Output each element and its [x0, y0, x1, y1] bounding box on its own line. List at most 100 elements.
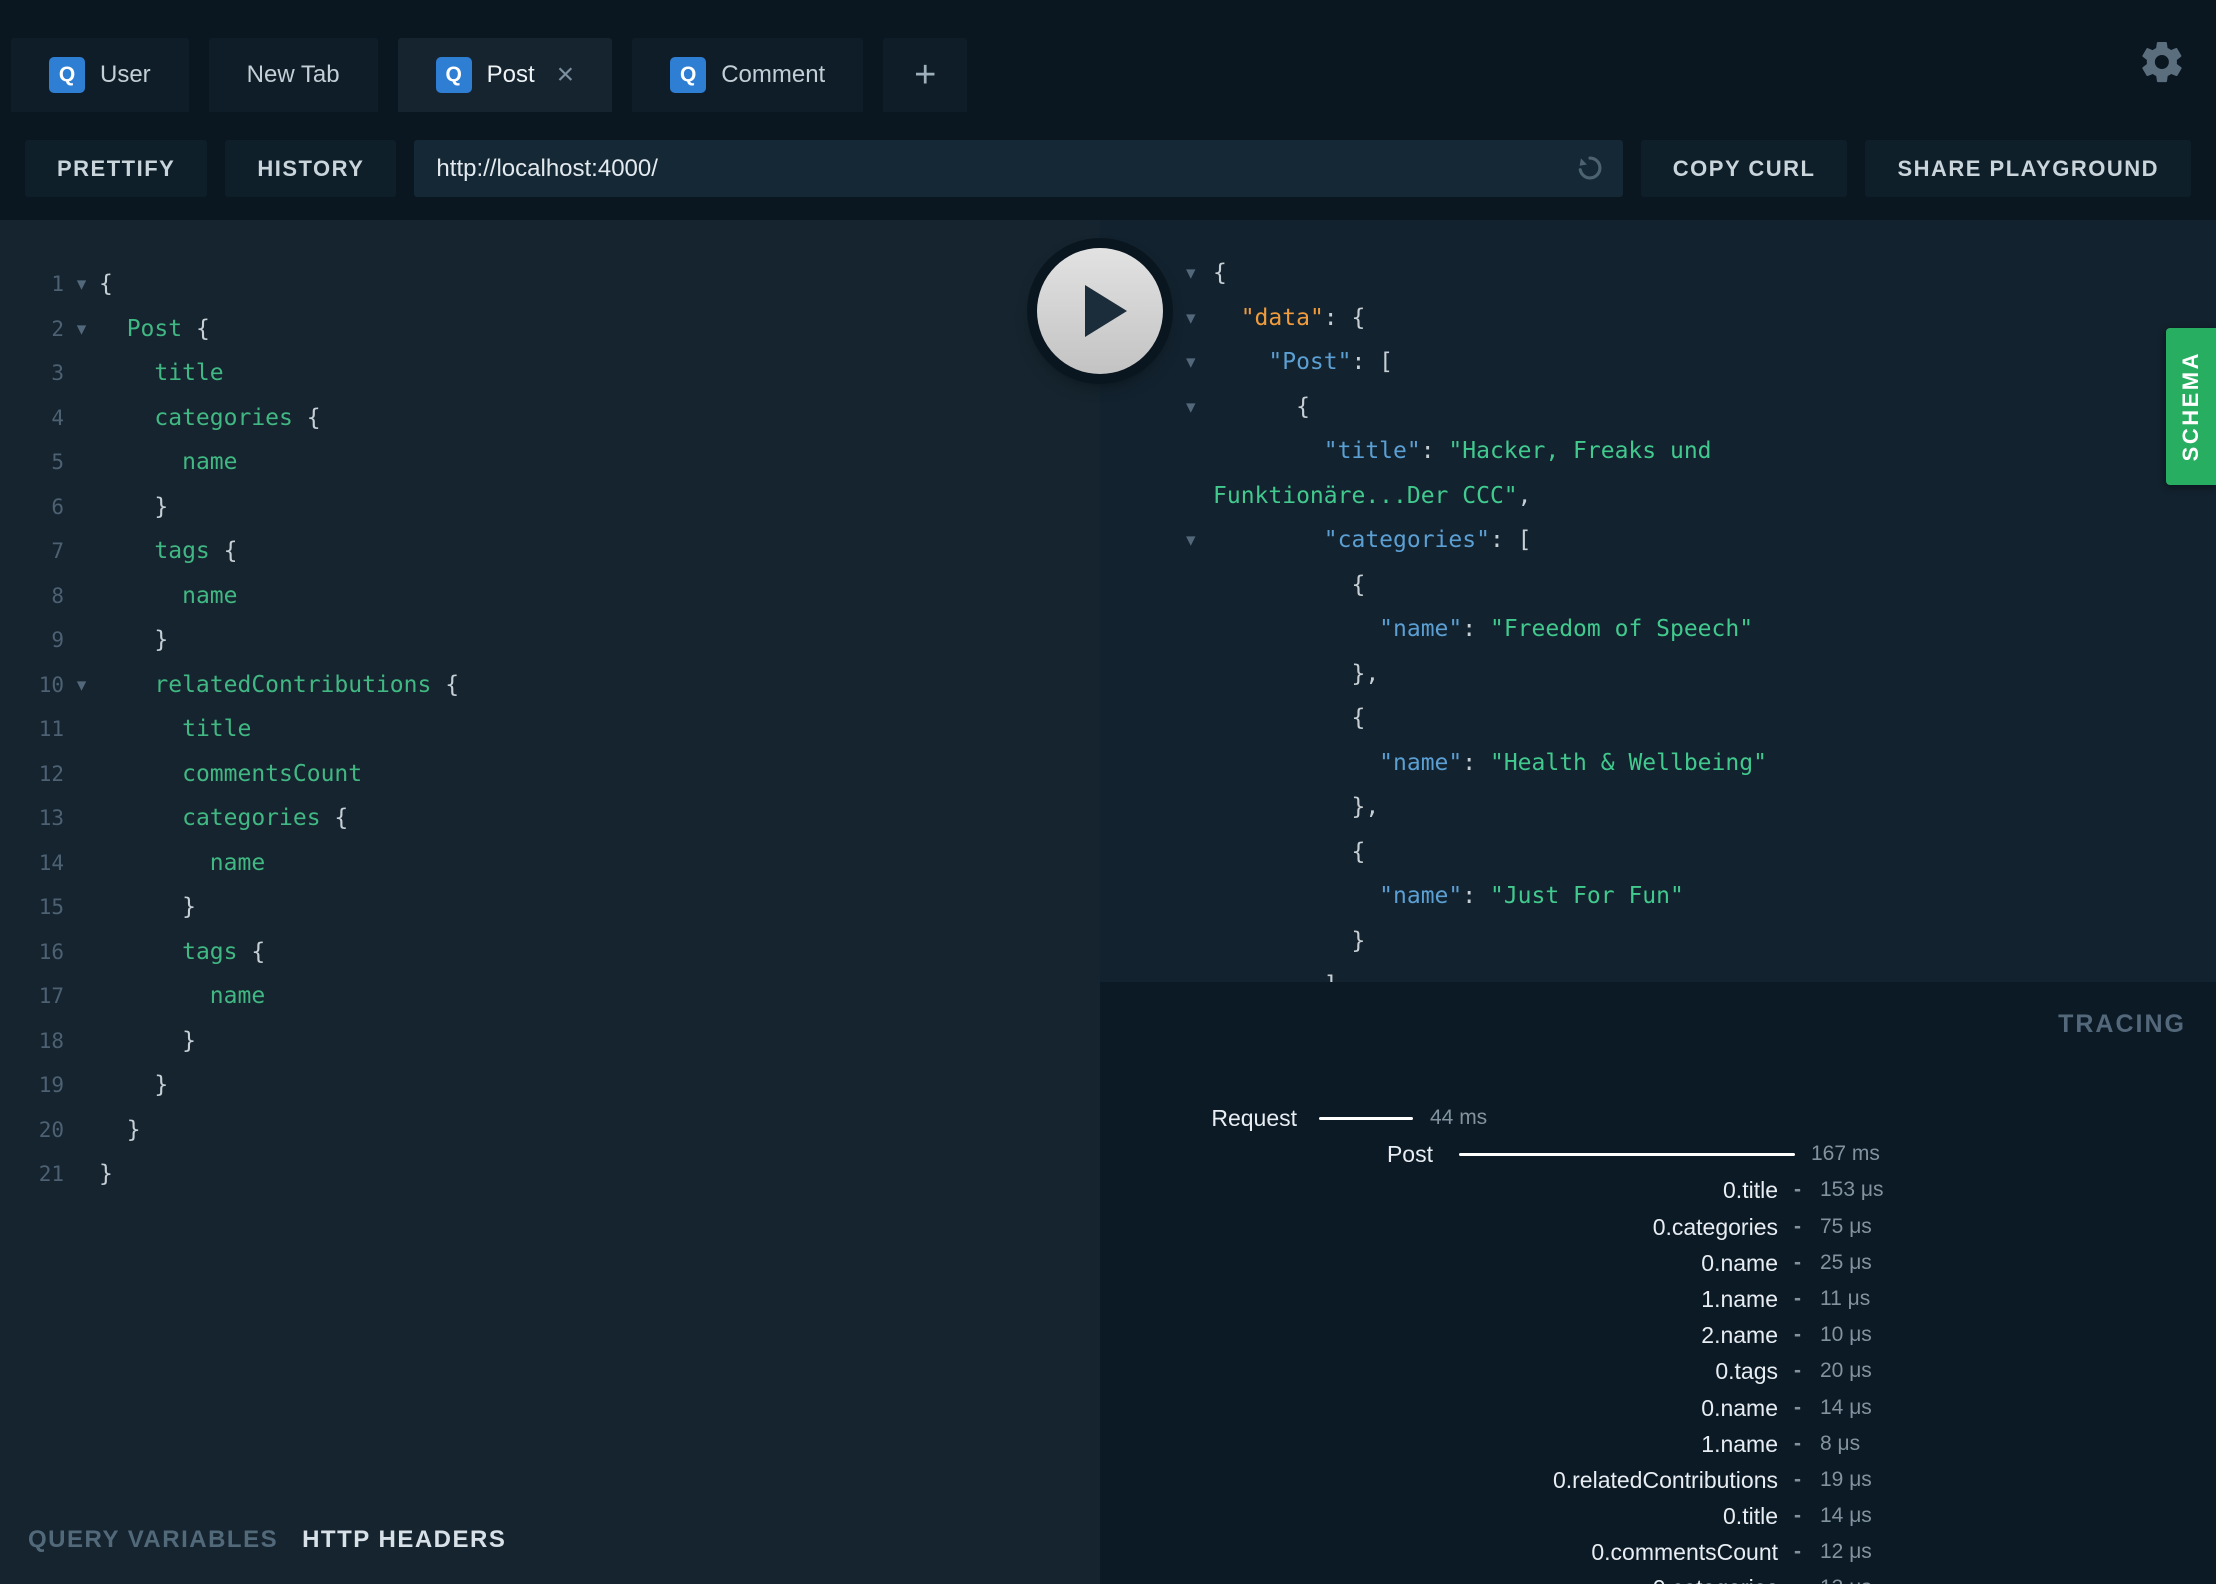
- tab-user[interactable]: Q User: [11, 38, 189, 112]
- trace-time: 25 μs: [1820, 1250, 1872, 1274]
- query-editor-pane[interactable]: 1 ▾{2 ▾ Post {3 title 4 categories {5 name 6…: [0, 220, 1100, 1584]
- trace-row: 0.title -14 μs: [1100, 1498, 2216, 1534]
- query-variables-tab[interactable]: QUERY VARIABLES: [28, 1526, 278, 1554]
- trace-label: Request: [1211, 1105, 1297, 1131]
- code-token: :: [1462, 749, 1490, 776]
- query-line[interactable]: 5 name: [0, 440, 1100, 485]
- fold-arrow-icon[interactable]: ▾: [1186, 251, 1196, 296]
- code-token: {: [237, 938, 266, 965]
- query-badge: Q: [49, 57, 85, 93]
- query-code: }: [99, 1028, 196, 1054]
- query-line[interactable]: 3 title: [0, 351, 1100, 396]
- line-number: 16: [38, 939, 64, 964]
- query-line[interactable]: 18 }: [0, 1019, 1100, 1064]
- fold-arrow-icon[interactable]: ▾: [1186, 518, 1196, 563]
- trace-time: 12 μs: [1820, 1540, 1872, 1564]
- response-line: },: [1100, 785, 2216, 830]
- trace-dash: -: [1794, 1395, 1801, 1419]
- response-line: ▾ {: [1100, 385, 2216, 430]
- query-code: tags {: [99, 939, 265, 965]
- query-line[interactable]: 10 ▾ relatedContributions {: [0, 663, 1100, 708]
- response-line: "title": "Hacker, Freaks und: [1100, 429, 2216, 474]
- code-token: {: [1213, 260, 1227, 286]
- query-line[interactable]: 14 name: [0, 841, 1100, 886]
- code-token: }: [1351, 927, 1366, 954]
- query-line[interactable]: 6 }: [0, 485, 1100, 530]
- query-line[interactable]: 21}: [0, 1152, 1100, 1197]
- trace-row: Request 44 ms: [1100, 1100, 2216, 1136]
- code-token: ]: [1324, 972, 1338, 982]
- code-token: },: [1351, 794, 1380, 820]
- query-code: name: [99, 850, 265, 876]
- code-token: name: [182, 449, 238, 476]
- trace-row: 1.name -8 μs: [1100, 1426, 2216, 1462]
- query-badge: Q: [670, 57, 707, 93]
- share-playground-button[interactable]: SHARE PLAYGROUND: [1865, 140, 2191, 197]
- prettify-button[interactable]: PRETTIFY: [25, 140, 208, 197]
- query-line[interactable]: 17 name: [0, 974, 1100, 1019]
- trace-time: 14 μs: [1820, 1504, 1872, 1528]
- copy-curl-button[interactable]: COPY CURL: [1640, 140, 1848, 197]
- fold-arrow-icon[interactable]: ▾: [64, 273, 99, 295]
- line-number: 12: [38, 761, 64, 786]
- code-token: title: [182, 716, 252, 743]
- query-line[interactable]: 7 tags {: [0, 529, 1100, 574]
- trace-label: 0.categories: [1652, 1213, 1778, 1240]
- tab-post[interactable]: Q Post ×: [397, 38, 613, 112]
- tab-new-tab[interactable]: New Tab: [208, 38, 378, 112]
- query-line[interactable]: 2 ▾ Post {: [0, 307, 1100, 352]
- response-line: "name": "Just For Fun": [1100, 874, 2216, 919]
- code-token: "name": [1379, 883, 1463, 909]
- line-number: 20: [38, 1117, 64, 1142]
- tab-comment[interactable]: Q Comment: [632, 38, 864, 112]
- play-icon: [1085, 285, 1127, 337]
- fold-arrow-icon[interactable]: ▾: [1186, 296, 1196, 341]
- execute-query-button[interactable]: [1037, 248, 1163, 374]
- fold-arrow-icon[interactable]: ▾: [1186, 340, 1196, 385]
- query-line[interactable]: 12 commentsCount: [0, 752, 1100, 797]
- trace-label: 0.name: [1701, 1394, 1778, 1421]
- code-token: }: [126, 1116, 141, 1143]
- trace-label: 0.title: [1723, 1503, 1778, 1530]
- close-tab-icon[interactable]: ×: [557, 60, 575, 90]
- code-token: tags: [182, 938, 238, 965]
- endpoint-url-input[interactable]: [414, 140, 1623, 197]
- settings-gear-icon[interactable]: [2138, 38, 2186, 86]
- query-line[interactable]: 19 }: [0, 1063, 1100, 1108]
- fold-arrow-icon[interactable]: ▾: [1186, 385, 1196, 430]
- trace-row: 0.title -153 μs: [1100, 1172, 2216, 1208]
- main-area: 1 ▾{2 ▾ Post {3 title 4 categories {5 name 6…: [0, 220, 2216, 1584]
- code-token: title: [154, 360, 224, 387]
- history-button[interactable]: HISTORY: [225, 140, 397, 197]
- query-line[interactable]: 15 }: [0, 885, 1100, 930]
- code-token: name: [182, 582, 238, 609]
- code-token: }: [182, 894, 196, 921]
- code-token: }: [154, 627, 169, 654]
- response-line: {: [1100, 563, 2216, 608]
- query-line[interactable]: 11 title: [0, 707, 1100, 752]
- tracing-rows: Request 44 ms Post 167 ms 0.title -153 μs 0.ca…: [1100, 1100, 2216, 1584]
- add-tab-button[interactable]: +: [883, 38, 968, 112]
- reload-endpoint-icon[interactable]: [1573, 151, 1607, 185]
- schema-side-tab[interactable]: SCHEMA: [2166, 328, 2216, 485]
- query-line[interactable]: 20 }: [0, 1108, 1100, 1153]
- query-code: name: [99, 983, 265, 1009]
- query-line[interactable]: 13 categories {: [0, 796, 1100, 841]
- code-token: : {: [1323, 304, 1366, 331]
- code-token: }: [182, 1027, 196, 1054]
- query-line[interactable]: 4 categories {: [0, 396, 1100, 441]
- trace-time: 8 μs: [1820, 1431, 1861, 1455]
- query-line[interactable]: 8 name: [0, 574, 1100, 619]
- query-editor[interactable]: 1 ▾{2 ▾ Post {3 title 4 categories {5 name 6…: [0, 220, 1100, 1197]
- fold-arrow-icon[interactable]: ▾: [64, 674, 99, 696]
- query-line[interactable]: 9 }: [0, 618, 1100, 663]
- line-number: 8: [51, 583, 64, 608]
- http-headers-tab[interactable]: HTTP HEADERS: [302, 1526, 506, 1554]
- fold-arrow-icon[interactable]: ▾: [64, 318, 99, 340]
- query-line[interactable]: 1 ▾{: [0, 262, 1100, 307]
- query-line[interactable]: 16 tags {: [0, 930, 1100, 975]
